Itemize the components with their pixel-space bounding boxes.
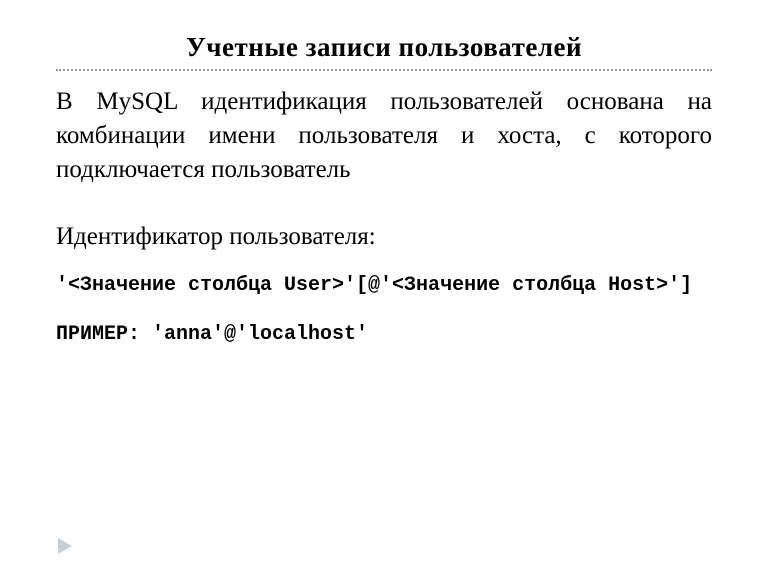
identifier-syntax: '<Значение столбца User>'[@'<Значение ст… (56, 272, 712, 299)
identifier-example: ПРИМЕР: 'anna'@'localhost' (56, 321, 712, 348)
slide-title: Учетные записи пользователей (56, 32, 712, 71)
body-paragraph: В MySQL идентификация пользователей осно… (56, 85, 712, 186)
play-arrow-icon (58, 538, 72, 554)
identifier-heading: Идентификатор пользователя: (56, 220, 712, 254)
